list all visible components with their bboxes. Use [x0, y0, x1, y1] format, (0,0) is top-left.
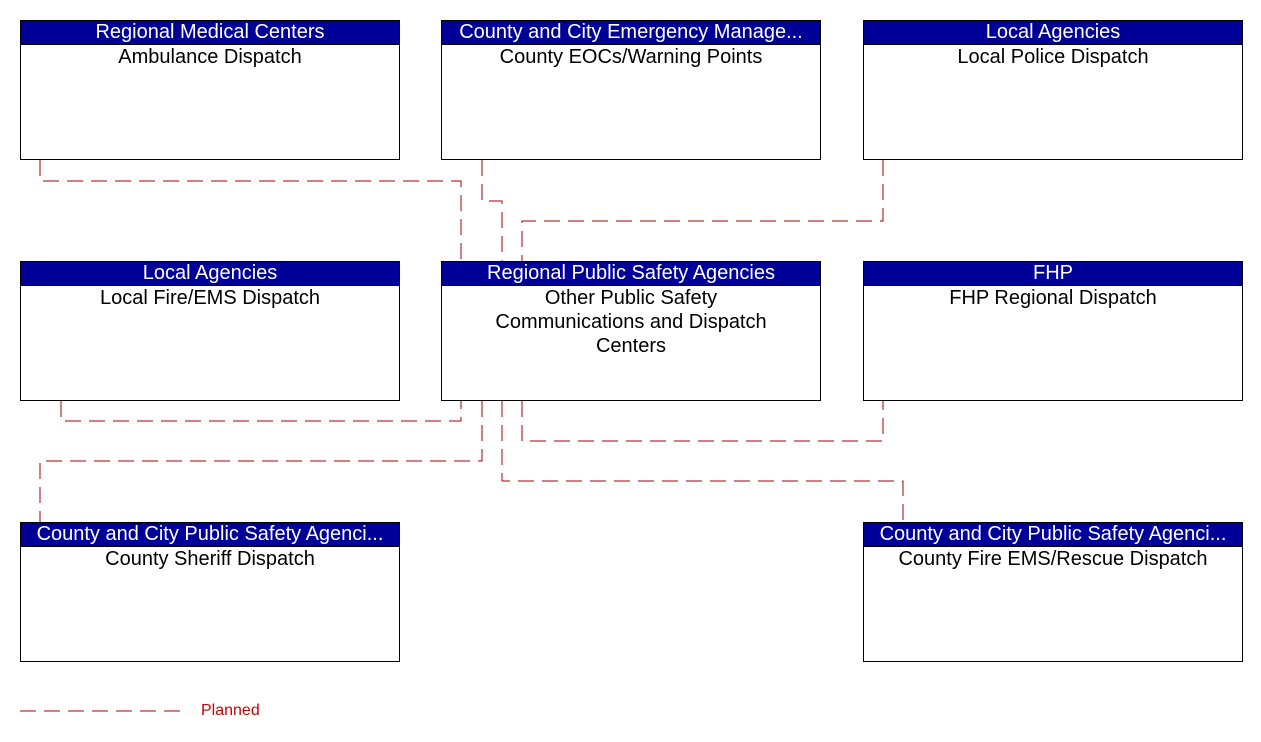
- node-center[interactable]: Regional Public Safety Agencies Other Pu…: [441, 261, 821, 401]
- node-county-fire[interactable]: County and City Public Safety Agenci... …: [863, 522, 1243, 662]
- node-name: Local Police Dispatch: [957, 46, 1149, 68]
- node-group-label: County and City Public Safety Agenci...: [21, 523, 399, 547]
- node-group-label: Local Agencies: [21, 262, 399, 286]
- connection-county-fire: [501, 401, 904, 522]
- node-name: County EOCs/Warning Points: [499, 46, 763, 68]
- node-group-label: Local Agencies: [864, 21, 1242, 45]
- node-ambulance-dispatch[interactable]: Regional Medical Centers Ambulance Dispa…: [20, 20, 400, 160]
- node-name: Local Fire/EMS Dispatch: [99, 287, 321, 309]
- node-county-eoc[interactable]: County and City Emergency Manage... Coun…: [441, 20, 821, 160]
- node-name: County Fire EMS/Rescue Dispatch: [898, 548, 1208, 570]
- connection-fhp: [521, 401, 884, 442]
- legend-label: Planned: [201, 702, 260, 719]
- node-name: FHP Regional Dispatch: [949, 287, 1157, 309]
- node-fhp[interactable]: FHP FHP Regional Dispatch: [863, 261, 1243, 401]
- node-group-label: County and City Public Safety Agenci...: [864, 523, 1242, 547]
- node-group-label: FHP: [864, 262, 1242, 286]
- connection-ambulance: [39, 160, 462, 261]
- node-group-label: Regional Public Safety Agencies: [442, 262, 820, 286]
- node-name: Other Public Safety Communications and D…: [495, 287, 767, 357]
- connection-local-police: [521, 160, 884, 261]
- connection-county-eoc: [481, 160, 503, 261]
- node-local-fire[interactable]: Local Agencies Local Fire/EMS Dispatch: [20, 261, 400, 401]
- node-group-label: County and City Emergency Manage...: [442, 21, 820, 45]
- node-name: County Sheriff Dispatch: [105, 548, 315, 570]
- node-group-label: Regional Medical Centers: [21, 21, 399, 45]
- node-name: Ambulance Dispatch: [118, 46, 302, 68]
- connection-local-fire: [60, 401, 462, 422]
- node-local-police[interactable]: Local Agencies Local Police Dispatch: [863, 20, 1243, 160]
- node-sheriff[interactable]: County and City Public Safety Agenci... …: [20, 522, 400, 662]
- connection-sheriff: [39, 401, 483, 522]
